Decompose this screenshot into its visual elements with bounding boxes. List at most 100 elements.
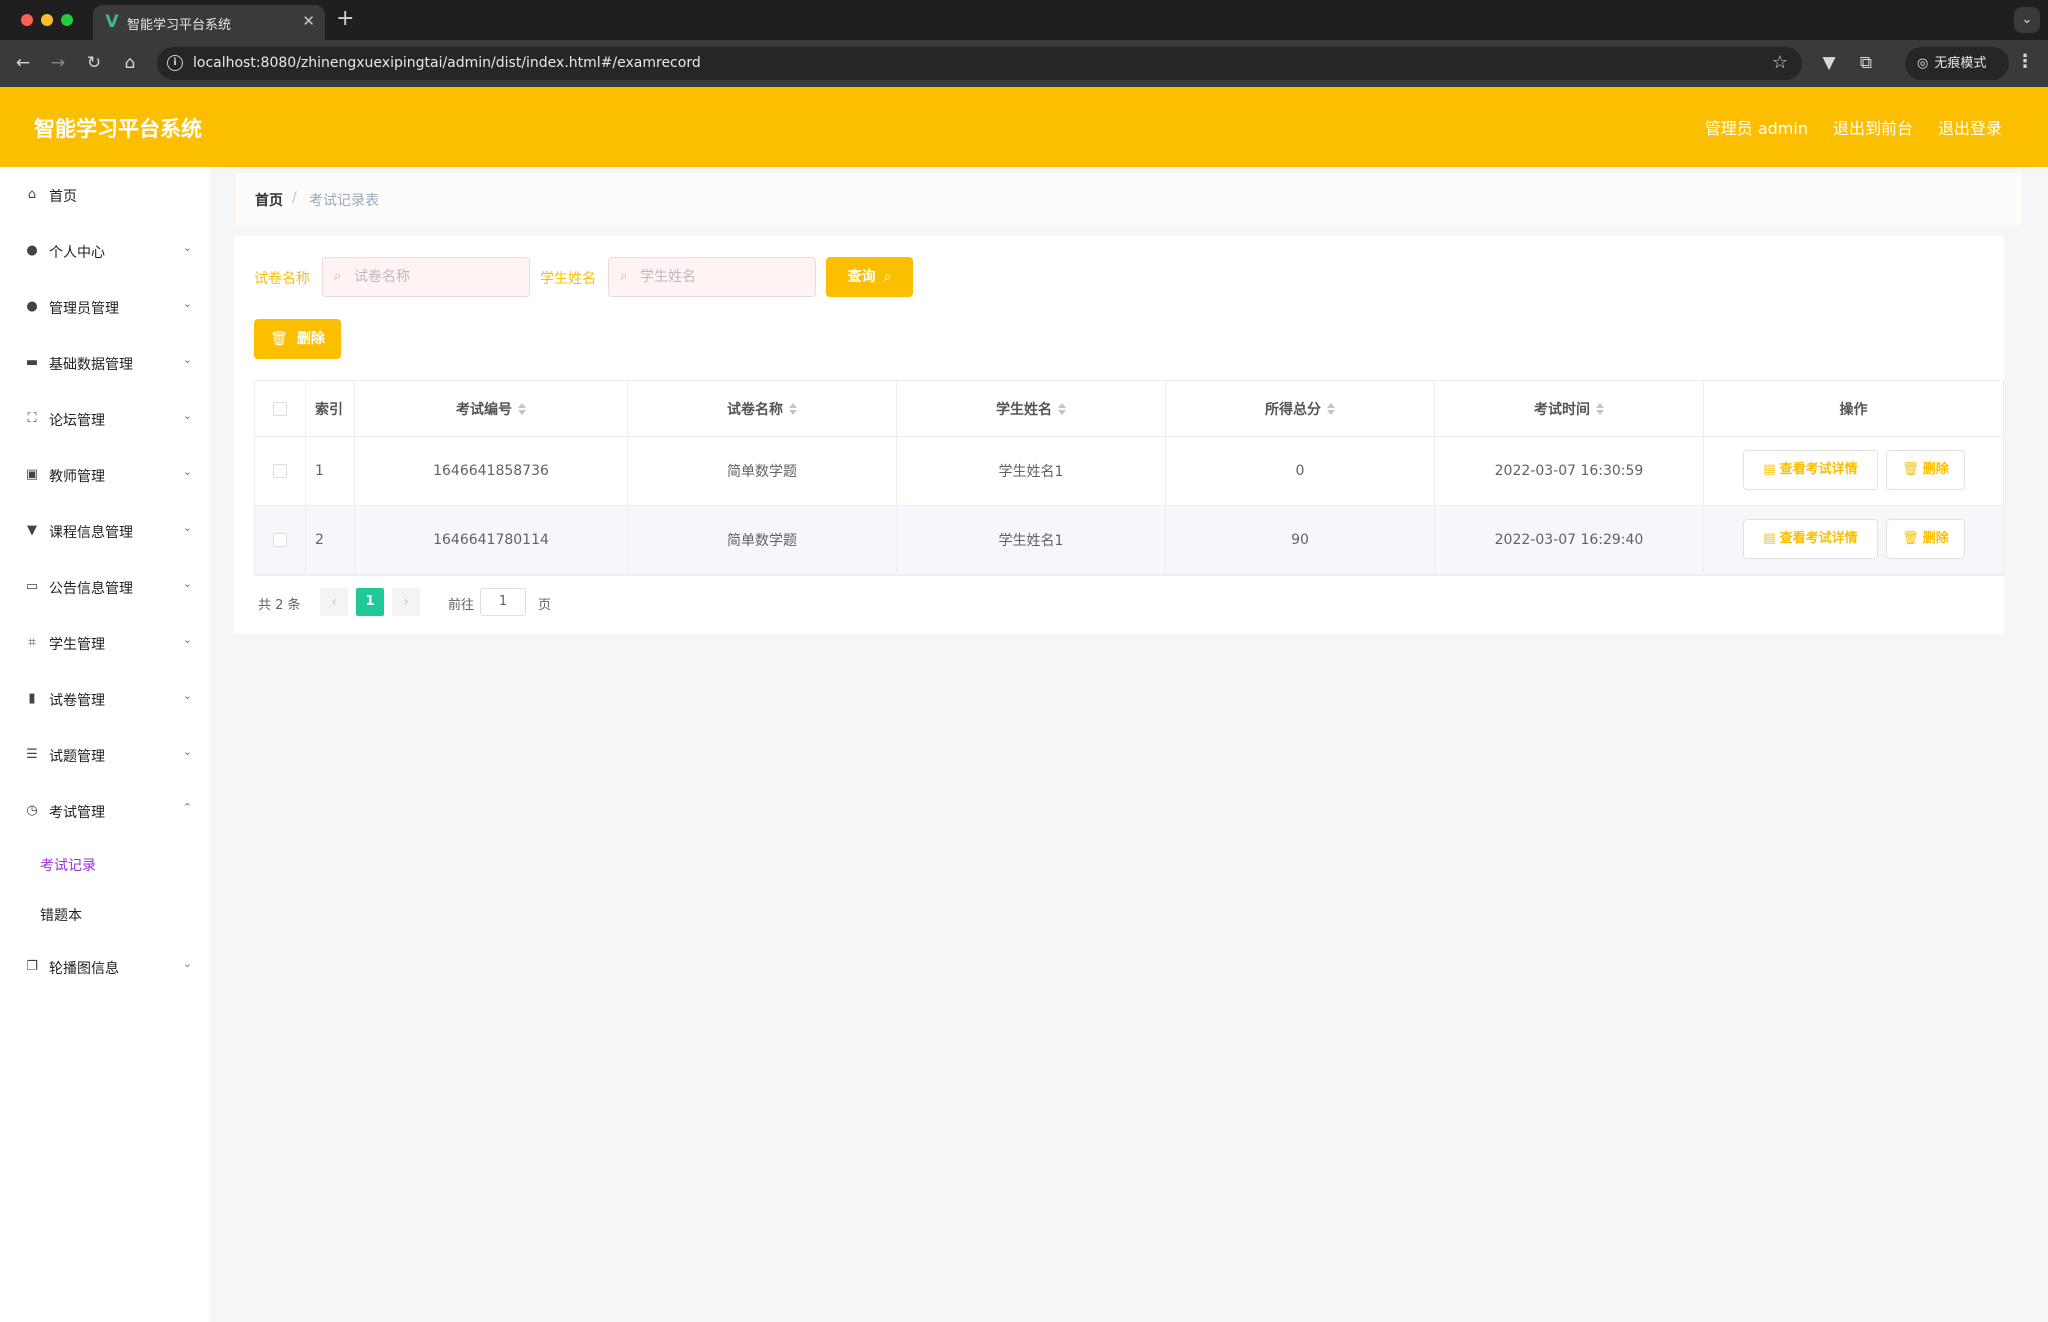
sort-caret-icon[interactable] xyxy=(789,402,797,416)
row-delete-button[interactable]: 🗑 删除 xyxy=(1886,450,1965,490)
address-bar[interactable]: i localhost:8080/zhinengxuexipingtai/adm… xyxy=(157,47,1802,80)
user-icon: ● xyxy=(26,243,38,258)
row-delete-label: 删除 xyxy=(1922,462,1949,477)
site-info-icon[interactable]: i xyxy=(167,55,183,71)
row-delete-button[interactable]: 🗑 删除 xyxy=(1886,519,1965,559)
sidebar-item-paper[interactable]: ▮ 试卷管理 ⌄ xyxy=(0,671,210,727)
chevron-down-icon: ⌄ xyxy=(182,297,192,310)
ticket-icon: ▬ xyxy=(25,355,39,370)
logout-link[interactable]: 退出登录 xyxy=(1938,115,2002,139)
column-header-label: 考试时间 xyxy=(1534,401,1590,418)
column-header-student[interactable]: 学生姓名 xyxy=(897,381,1166,436)
select-all-checkbox[interactable] xyxy=(273,401,287,416)
list-icon: ☰ xyxy=(26,747,38,762)
sidebar-item-teacher[interactable]: ▣ 教师管理 ⌄ xyxy=(0,447,210,503)
row-select-cell xyxy=(255,506,306,574)
view-exam-detail-button[interactable]: ▤ 查看考试详情 xyxy=(1743,450,1878,490)
tab-search-chevron-icon[interactable]: ⌄ xyxy=(2014,7,2040,33)
document-icon: ▤ xyxy=(1763,531,1776,546)
column-header-actions: 操作 xyxy=(1704,381,2004,436)
sidebar-item-carousel[interactable]: ❐ 轮播图信息 ⌄ xyxy=(0,939,210,995)
new-tab-icon[interactable]: + xyxy=(336,6,354,31)
sidebar-item-basic-data[interactable]: ▬ 基础数据管理 ⌄ xyxy=(0,335,210,391)
sidebar-item-forum[interactable]: ⛶ 论坛管理 ⌄ xyxy=(0,391,210,447)
cell-actions: ▤ 查看考试详情 🗑 删除 xyxy=(1704,437,2004,505)
tab-close-icon[interactable]: ✕ xyxy=(302,12,315,30)
table-row: 2 1646641780114 简单数学题 学生姓名1 90 2022-03-0… xyxy=(255,506,2004,575)
sidebar-subitem-wrong-book[interactable]: 错题本 xyxy=(0,889,210,939)
exam-record-table: 索引 考试编号 试卷名称 学生姓名 所得总分 考试时间 操作 1 1646641… xyxy=(254,380,2004,576)
cell-student: 学生姓名1 xyxy=(897,437,1166,505)
sort-caret-icon[interactable] xyxy=(518,402,526,416)
paper-name-label: 试卷名称 xyxy=(254,271,310,287)
sidebar-item-exam[interactable]: ◷ 考试管理 ⌃ xyxy=(0,783,210,839)
sidebar-item-question[interactable]: ☰ 试题管理 ⌄ xyxy=(0,727,210,783)
cell-paper: 简单数学题 xyxy=(628,506,897,574)
reload-icon[interactable]: ↻ xyxy=(82,51,106,75)
crop-icon: ⌗ xyxy=(28,635,36,650)
row-checkbox[interactable] xyxy=(273,464,287,478)
page-suffix: 页 xyxy=(538,598,552,613)
browser-tab[interactable]: V 智能学习平台系统 ✕ xyxy=(93,5,325,40)
clipboard-icon: ▣ xyxy=(25,467,39,482)
sidebar-item-personal-center[interactable]: ● 个人中心 ⌄ xyxy=(0,223,210,279)
fullscreen-icon: ⛶ xyxy=(27,411,37,426)
paper-name-input[interactable] xyxy=(354,266,522,288)
sort-caret-icon[interactable] xyxy=(1327,402,1335,416)
top-header: 智能学习平台系统 管理员 admin 退出到前台 退出登录 xyxy=(0,87,2048,167)
close-window-button[interactable] xyxy=(21,14,33,26)
incognito-indicator[interactable]: ◎ 无痕模式 xyxy=(1905,47,2009,80)
query-button-label: 查询 xyxy=(847,269,876,285)
breadcrumb-home[interactable]: 首页 xyxy=(255,190,283,210)
sidebar-item-label: 考试管理 xyxy=(49,805,105,821)
exit-to-front-link[interactable]: 退出到前台 xyxy=(1833,115,1913,139)
column-header-paper[interactable]: 试卷名称 xyxy=(628,381,897,436)
app: 智能学习平台系统 管理员 admin 退出到前台 退出登录 ⌂ 首页 ● 个人中… xyxy=(0,87,2048,1322)
sidebar-subitem-exam-record[interactable]: 考试记录 xyxy=(0,839,210,889)
sidebar-item-notice[interactable]: ▭ 公告信息管理 ⌄ xyxy=(0,559,210,615)
cell-paper: 简单数学题 xyxy=(628,437,897,505)
sidebar-item-label: 试卷管理 xyxy=(49,693,105,709)
bookmark-star-icon[interactable]: ☆ xyxy=(1772,52,1788,73)
minimize-window-button[interactable] xyxy=(41,14,53,26)
query-button[interactable]: 查询 ⌕ xyxy=(826,257,913,297)
breadcrumb-separator: / xyxy=(292,190,297,206)
browser-menu-icon[interactable]: ⋮ xyxy=(2016,51,2034,72)
student-name-input[interactable] xyxy=(640,266,808,288)
sort-caret-icon[interactable] xyxy=(1596,402,1604,416)
cell-exam-no: 1646641780114 xyxy=(355,506,628,574)
extensions-icon[interactable]: ⧉ xyxy=(1854,51,1878,75)
paper-name-field[interactable]: ⌕ xyxy=(322,257,530,297)
sidebar-item-label: 首页 xyxy=(49,189,77,205)
browser-toolbar: ← → ↻ ⌂ i localhost:8080/zhinengxuexipin… xyxy=(0,40,2048,87)
sidebar-item-home[interactable]: ⌂ 首页 xyxy=(0,167,210,223)
sort-caret-icon[interactable] xyxy=(1058,402,1066,416)
view-exam-detail-button[interactable]: ▤ 查看考试详情 xyxy=(1743,519,1878,559)
row-delete-label: 删除 xyxy=(1922,531,1949,546)
forward-icon[interactable]: → xyxy=(46,51,70,75)
vue-devtools-icon[interactable]: ▼ xyxy=(1817,51,1841,75)
sidebar-item-label: 个人中心 xyxy=(49,245,105,261)
back-icon[interactable]: ← xyxy=(11,51,35,75)
pagination: 共 2 条 ‹ 1 › 前往 1 页 xyxy=(258,588,658,616)
maximize-window-button[interactable] xyxy=(61,14,73,26)
student-name-field[interactable]: ⌕ xyxy=(608,257,816,297)
column-header-time[interactable]: 考试时间 xyxy=(1435,381,1704,436)
page-number-button[interactable]: 1 xyxy=(356,588,384,616)
cell-exam-no: 1646641858736 xyxy=(355,437,628,505)
prev-page-button[interactable]: ‹ xyxy=(320,588,348,616)
sidebar-subitem-label: 考试记录 xyxy=(40,858,96,874)
sidebar-item-admin-management[interactable]: ● 管理员管理 ⌄ xyxy=(0,279,210,335)
chevron-down-icon: ⌄ xyxy=(182,465,192,478)
row-checkbox[interactable] xyxy=(273,533,287,547)
next-page-button[interactable]: › xyxy=(392,588,420,616)
sidebar-item-course[interactable]: ▼ 课程信息管理 ⌄ xyxy=(0,503,210,559)
goto-page-input[interactable]: 1 xyxy=(480,588,526,616)
sidebar-item-student[interactable]: ⌗ 学生管理 ⌄ xyxy=(0,615,210,671)
batch-delete-button[interactable]: 🗑 删除 xyxy=(254,319,341,359)
column-header-exam-no[interactable]: 考试编号 xyxy=(355,381,628,436)
chevron-down-icon: ⌄ xyxy=(182,745,192,758)
home-nav-icon[interactable]: ⌂ xyxy=(118,51,142,75)
column-header-score[interactable]: 所得总分 xyxy=(1166,381,1435,436)
select-all-cell xyxy=(255,381,306,436)
